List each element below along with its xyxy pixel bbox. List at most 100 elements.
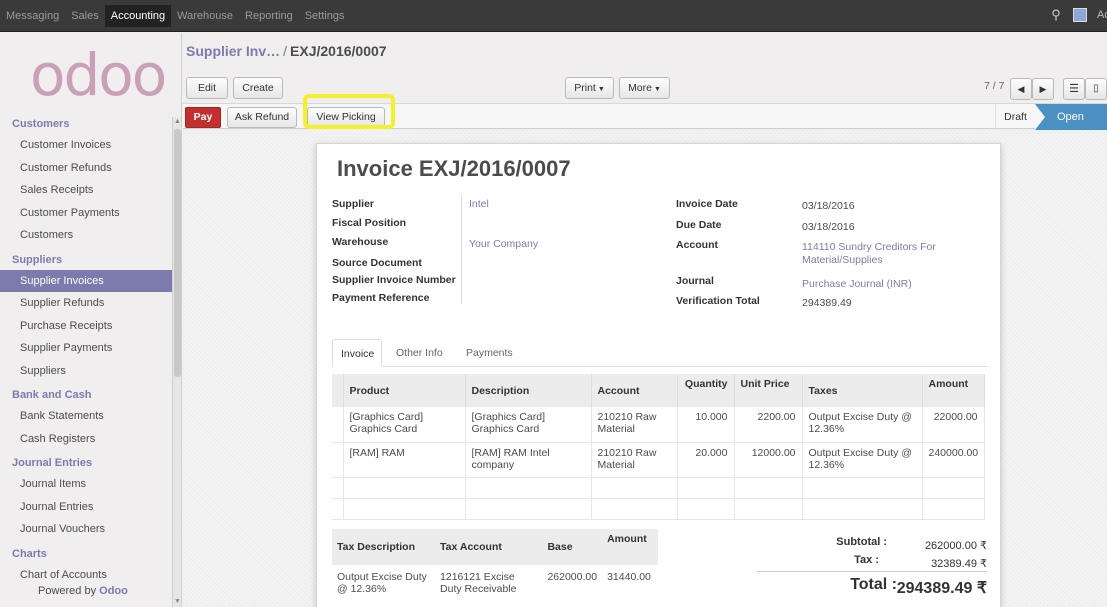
state-draft[interactable]: Draft xyxy=(995,104,1035,130)
table-cell: 2200.00 xyxy=(734,407,803,443)
tab-invoice[interactable]: Invoice xyxy=(332,339,382,367)
user-name[interactable]: Ad xyxy=(1097,9,1107,21)
invoice-date-label: Invoice Date xyxy=(676,198,738,210)
sidebar-item-chart-of-accounts[interactable]: Chart of Accounts xyxy=(0,564,172,587)
totals-divider xyxy=(757,571,987,572)
sidebar-section-suppliers: Suppliers xyxy=(12,253,63,266)
sidebar-item-customer-refunds[interactable]: Customer Refunds xyxy=(0,157,172,180)
sidebar-item-supplier-payments[interactable]: Supplier Payments xyxy=(0,337,172,360)
more-button[interactable]: More ▼ xyxy=(619,77,670,99)
menu-warehouse[interactable]: Warehouse xyxy=(171,5,239,27)
invoice-date-field: 03/18/2016 xyxy=(802,200,855,212)
chat-icon[interactable]: ⚲ xyxy=(1049,8,1063,22)
sidebar-item-suppliers[interactable]: Suppliers xyxy=(0,360,172,383)
previous-record-button[interactable]: ◀ xyxy=(1010,78,1032,100)
scroll-thumb[interactable] xyxy=(174,129,181,377)
sidebar-item-purchase-receipts[interactable]: Purchase Receipts xyxy=(0,315,172,338)
sidebar-item-journal-items[interactable]: Journal Items xyxy=(0,473,172,496)
table-row[interactable]: [RAM] RAM [RAM] RAM Intel company 210210… xyxy=(332,442,985,478)
sidebar-item-bank-statements[interactable]: Bank Statements xyxy=(0,405,172,428)
supplier-field[interactable]: Intel xyxy=(469,198,489,210)
table-cell xyxy=(332,407,344,443)
verification-total-field: 294389.49 xyxy=(802,297,852,309)
sidebar-section-charts: Charts xyxy=(12,547,47,560)
next-record-button[interactable]: ▶ xyxy=(1032,78,1054,100)
sidebar-item-customer-payments[interactable]: Customer Payments xyxy=(0,202,172,225)
main-content: Supplier Inv… / EXJ/2016/0007 Edit Create … xyxy=(183,33,1107,607)
sidebar-menu: Customers Customer Invoices Customer Ref… xyxy=(0,111,172,586)
breadcrumb-parent[interactable]: Supplier Inv… xyxy=(186,43,280,59)
print-button[interactable]: Print ▼ xyxy=(565,77,614,99)
sidebar-item-customers[interactable]: Customers xyxy=(0,224,172,247)
table-cell: [Graphics Card] Graphics Card xyxy=(343,407,466,443)
table-cell: Output Excise Duty @ 12.36% xyxy=(802,442,923,478)
menu-accounting[interactable]: Accounting xyxy=(104,5,172,27)
supplier-label: Supplier xyxy=(332,198,375,210)
scroll-down-icon[interactable]: ▼ xyxy=(173,597,181,607)
table-header-cell[interactable]: Quantity xyxy=(677,374,735,407)
fiscal-position-label: Fiscal Position xyxy=(332,217,407,229)
source-document-label: Source Document xyxy=(332,257,422,269)
sidebar-scrollbar[interactable]: ▲ ▼ xyxy=(172,117,181,607)
menu-reporting[interactable]: Reporting xyxy=(239,5,299,27)
table-header-cell[interactable]: Unit Price xyxy=(734,374,803,407)
table-header-cell[interactable]: Amount xyxy=(922,374,985,407)
table-cell: 20.000 xyxy=(677,442,735,478)
journal-label: Journal xyxy=(676,275,714,287)
top-navbar: Messaging Sales Accounting Warehouse Rep… xyxy=(0,0,1107,32)
create-button[interactable]: Create xyxy=(233,77,283,99)
breadcrumb: Supplier Inv… / EXJ/2016/0007 xyxy=(186,43,387,59)
table-header-cell[interactable]: Account xyxy=(591,374,678,407)
breadcrumb-current: EXJ/2016/0007 xyxy=(290,43,387,59)
sidebar-item-customer-invoices[interactable]: Customer Invoices xyxy=(0,134,172,157)
sidebar-section-journal-entries: Journal Entries xyxy=(12,457,93,469)
empty-row[interactable] xyxy=(332,477,985,499)
journal-field[interactable]: Purchase Journal (INR) xyxy=(802,278,912,290)
tax-cell: 1216121 Excise Duty Receivable xyxy=(440,571,517,595)
menu-sales[interactable]: Sales xyxy=(65,5,105,27)
list-view-button[interactable]: ☰ xyxy=(1063,78,1085,100)
warehouse-field[interactable]: Your Company xyxy=(469,238,538,250)
menu-settings[interactable]: Settings xyxy=(299,5,351,27)
pay-button[interactable]: Pay xyxy=(185,107,221,128)
tab-payments[interactable]: Payments xyxy=(458,339,521,367)
caret-down-icon: ▼ xyxy=(597,86,605,93)
warehouse-label: Warehouse xyxy=(332,236,389,248)
tab-other-info[interactable]: Other Info xyxy=(388,339,451,367)
arrow-left-icon: ◀ xyxy=(1017,84,1025,94)
table-row[interactable]: [Graphics Card] Graphics Card [Graphics … xyxy=(332,407,985,443)
sidebar-item-journal-vouchers[interactable]: Journal Vouchers xyxy=(0,518,172,541)
empty-row[interactable] xyxy=(332,498,985,520)
table-header-cell[interactable]: Product xyxy=(343,374,466,407)
table-cell: 22000.00 xyxy=(922,407,985,443)
table-header-cell[interactable]: Description xyxy=(465,374,592,407)
top-menu: Messaging Sales Accounting Warehouse Rep… xyxy=(0,0,350,32)
sidebar-item-supplier-refunds[interactable]: Supplier Refunds xyxy=(0,292,172,315)
menu-messaging[interactable]: Messaging xyxy=(0,5,65,27)
table-cell: [Graphics Card] Graphics Card xyxy=(465,407,592,443)
due-date-label: Due Date xyxy=(676,219,722,231)
sidebar-item-supplier-invoices[interactable]: Supplier Invoices xyxy=(0,269,172,292)
sidebar-item-sales-receipts[interactable]: Sales Receipts xyxy=(0,179,172,202)
subtotal-label: Subtotal : xyxy=(836,536,887,548)
form-view-button[interactable]: ▯ xyxy=(1085,78,1107,100)
ask-refund-button[interactable]: Ask Refund xyxy=(227,107,297,128)
odoo-logo[interactable]: odoo xyxy=(30,45,167,105)
view-picking-highlight xyxy=(303,94,395,129)
sidebar-section-bank-and-cash: Bank and Cash xyxy=(12,389,92,401)
invoice-sheet: Invoice EXJ/2016/0007 Supplier Intel Fis… xyxy=(316,143,1001,607)
due-date-field: 03/18/2016 xyxy=(802,221,855,233)
scroll-up-icon[interactable]: ▲ xyxy=(173,117,181,127)
sidebar-item-journal-entries[interactable]: Journal Entries xyxy=(0,496,172,519)
avatar[interactable] xyxy=(1073,8,1087,22)
field-divider xyxy=(461,194,462,304)
account-field[interactable]: 114110 Sundry Creditors For Material/Sup… xyxy=(802,241,962,267)
tax-row: Output Excise Duty @ 12.36% 1216121 Exci… xyxy=(332,565,658,601)
edit-button[interactable]: Edit xyxy=(186,77,228,99)
state-open[interactable]: Open xyxy=(1035,104,1107,130)
tax-cell: Output Excise Duty @ 12.36% xyxy=(337,571,427,595)
table-header-cell[interactable]: Taxes xyxy=(802,374,923,407)
table-cell: 12000.00 xyxy=(734,442,803,478)
sidebar-item-cash-registers[interactable]: Cash Registers xyxy=(0,428,172,451)
powered-by[interactable]: Powered by Odoo xyxy=(38,585,128,597)
